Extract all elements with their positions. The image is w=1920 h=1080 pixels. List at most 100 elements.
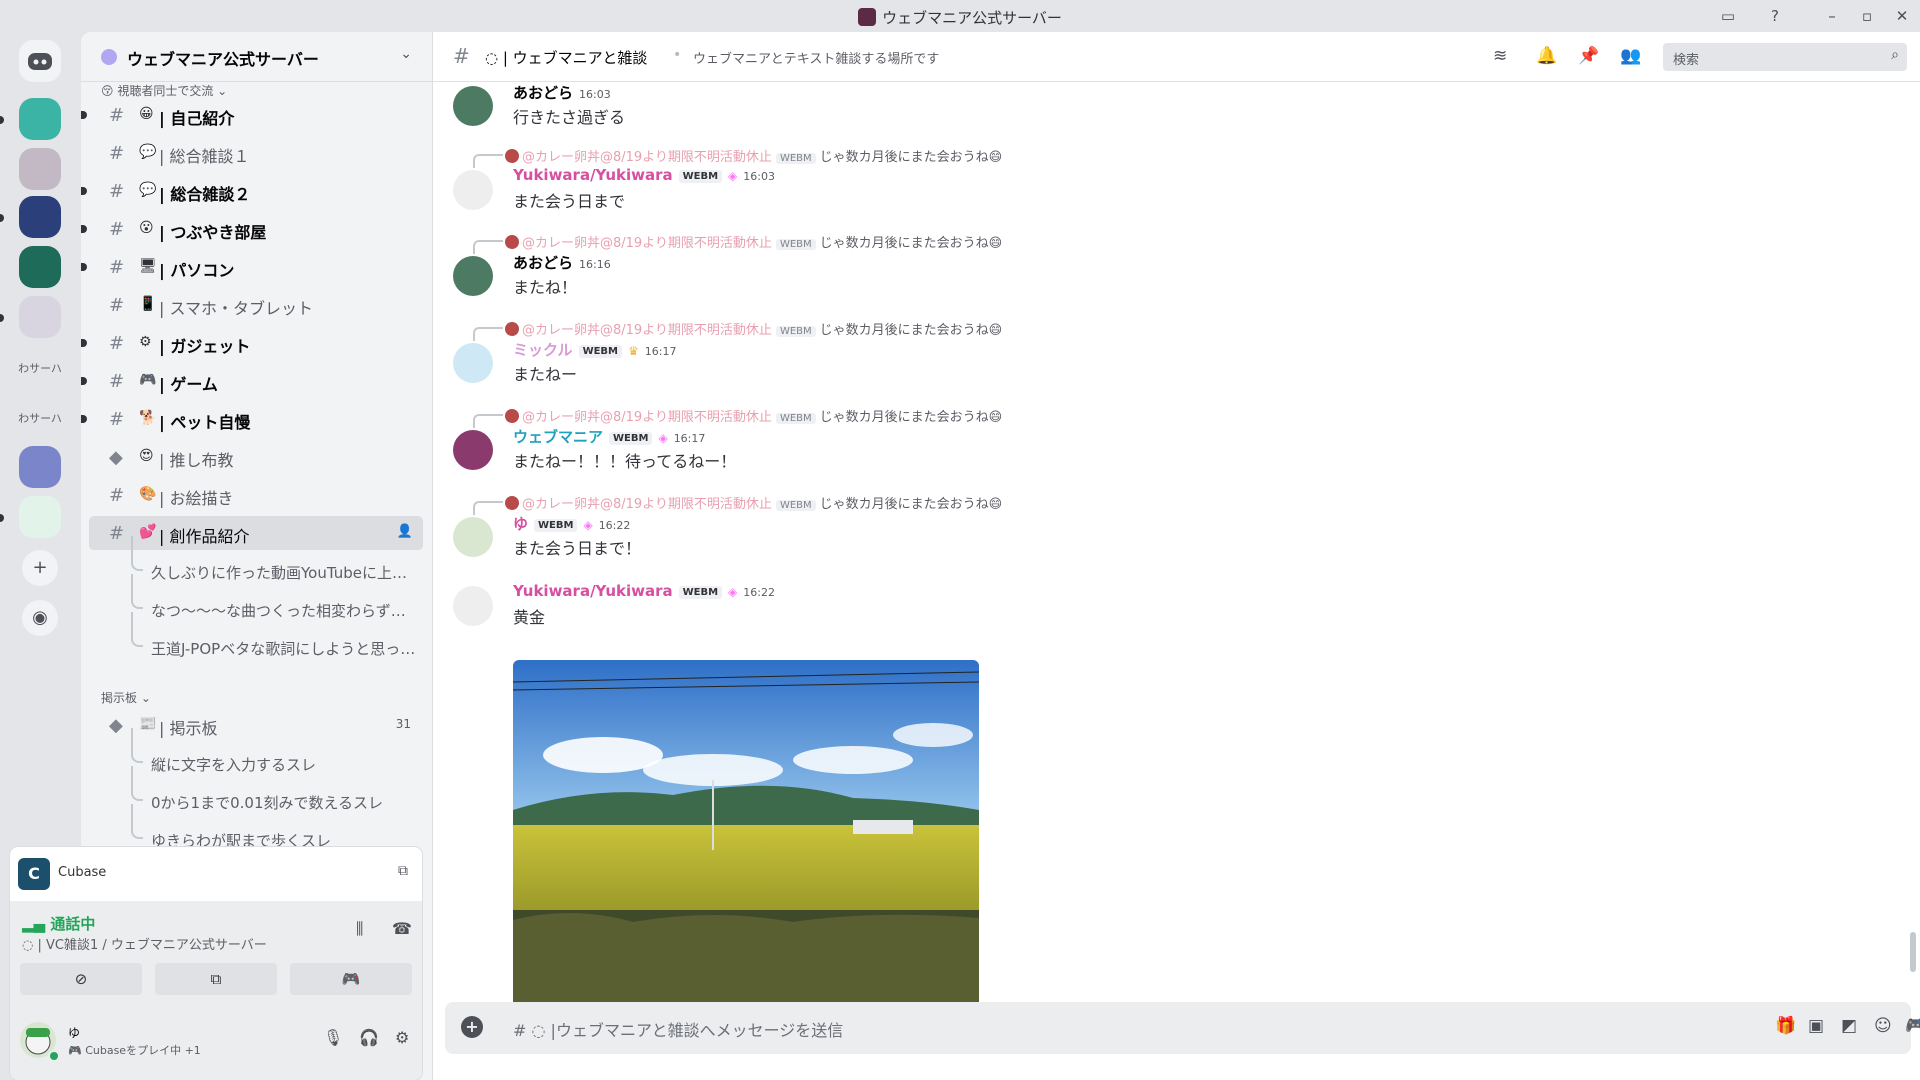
emoji-icon[interactable]: ☺ <box>1874 1016 1892 1036</box>
server-tag: WEBM <box>775 239 816 250</box>
channel-item[interactable]: # 😀 | 自己紹介 <box>81 98 423 132</box>
hash-icon: # <box>109 257 125 278</box>
home-button[interactable] <box>19 40 61 82</box>
server-icon-5[interactable] <box>19 446 61 488</box>
category-label[interactable]: 😚 視聴者同士で交流 ⌄ <box>101 82 227 99</box>
reply-preview[interactable]: @カレー卵丼@8/19より期限不明活動休止 WEBM じゃ数カ月後にまた会おうね😄 <box>473 406 1002 428</box>
maximize-button[interactable]: ▫ <box>1857 6 1877 26</box>
message-text: またね！ <box>513 278 578 297</box>
message-text: また会う日まで！ <box>513 539 642 558</box>
server-icon-6[interactable] <box>19 496 61 538</box>
channel-item[interactable]: # 💬 | 総合雑談１ <box>89 136 423 170</box>
help-icon[interactable]: ? <box>1765 6 1785 26</box>
noise-suppression-icon[interactable]: ⫼ <box>356 919 363 939</box>
server-name-text[interactable]: わサーハ <box>15 410 65 426</box>
message-text: 黄金 <box>513 608 546 627</box>
server-icon-4[interactable] <box>19 296 61 338</box>
channel-item[interactable]: # ⚙ | ガジェット <box>81 326 423 360</box>
server-name: ウェブマニア公式サーバー <box>127 50 319 69</box>
avatar[interactable] <box>453 256 493 296</box>
timestamp: 16:03 <box>743 170 775 183</box>
voice-status[interactable]: ▂▄ 通話中 <box>22 913 95 934</box>
hash-icon: # <box>109 219 125 240</box>
username: あおどら <box>513 254 574 272</box>
thread-item[interactable]: 0から1まで0.01刻みで数えるスレ <box>121 766 421 818</box>
server-icon-1[interactable] <box>19 98 61 140</box>
avatar[interactable] <box>453 343 493 383</box>
add-server-button[interactable]: + <box>22 550 58 586</box>
app-launcher-icon[interactable]: 🎮 <box>1905 1016 1920 1036</box>
channel-item[interactable]: # 🎨 | お絵描き <box>89 478 423 512</box>
message-input[interactable]: # ◌ |ウェブマニアと雑談へメッセージを送信 <box>513 1017 843 1041</box>
disconnect-icon[interactable]: ☎ <box>392 919 412 938</box>
threads-icon[interactable]: ≋ <box>1493 46 1507 66</box>
avatar[interactable] <box>453 430 493 470</box>
reply-preview[interactable]: @カレー卵丼@8/19より期限不明活動休止 WEBM じゃ数カ月後にまた会おうね😄 <box>473 493 1002 515</box>
server-header[interactable]: ウェブマニア公式サーバー ⌄ <box>81 32 432 82</box>
reply-preview[interactable]: @カレー卵丼@8/19より期限不明活動休止 WEBM じゃ数カ月後にまた会おうね😄 <box>473 319 1002 341</box>
forum-icon: ◆ <box>109 715 123 736</box>
server-icon-webmania[interactable] <box>19 246 61 288</box>
reply-preview[interactable]: @カレー卵丼@8/19より期限不明活動休止 WEBM じゃ数カ月後にまた会おうね😄 <box>473 146 1002 168</box>
timestamp: 16:17 <box>673 432 706 445</box>
screen-share-icon[interactable]: ⧉ <box>398 863 408 879</box>
share-screen-button[interactable]: ⧉ <box>155 963 277 995</box>
timestamp: 16:16 <box>579 258 611 271</box>
channel-item[interactable]: # 🎮 | ゲーム <box>81 364 423 398</box>
settings-gear-icon[interactable]: ⚙ <box>395 1028 409 1047</box>
gif-button[interactable]: ▣ <box>1808 1016 1824 1036</box>
server-tag: WEBM <box>775 413 816 424</box>
channel-item[interactable]: # 🖥 | パソコン <box>81 250 423 284</box>
thread-item[interactable]: 縦に文字を入力するスレ <box>121 728 421 780</box>
channel-item[interactable]: # 🐕 | ペット自慢 <box>81 402 423 436</box>
username: ゆ <box>513 515 529 533</box>
server-name-text[interactable]: わサーハ <box>15 360 65 376</box>
avatar[interactable] <box>453 517 493 557</box>
avatar[interactable] <box>453 170 493 210</box>
voice-channel-info[interactable]: ◌ | VC雑談1 / ウェブマニア公式サーバー <box>22 934 267 953</box>
close-button[interactable]: ✕ <box>1892 6 1912 26</box>
hash-icon: # <box>109 371 125 392</box>
pin-icon[interactable]: 📌 <box>1578 46 1599 66</box>
image-attachment[interactable] <box>513 660 979 1010</box>
channel-item[interactable]: # 📱 | スマホ・タブレット <box>89 288 423 322</box>
channel-topic[interactable]: ウェブマニアとテキスト雑談する場所です <box>693 48 939 67</box>
avatar[interactable] <box>453 586 493 626</box>
unread-dot <box>0 514 4 522</box>
unread-dot <box>81 415 87 423</box>
chat-scrollbar[interactable] <box>1910 932 1916 972</box>
thread-item[interactable]: 久しぶりに作った動画YouTubeに上げ… <box>121 536 421 588</box>
sticker-icon[interactable]: ◩ <box>1841 1016 1857 1036</box>
online-status-icon <box>48 1050 60 1062</box>
crown-icon: ♛ <box>628 344 639 358</box>
invite-icon[interactable]: 👤 <box>397 524 413 539</box>
thread-item[interactable]: なつ～～～な曲つくった相変わらず… <box>121 574 421 626</box>
explore-button[interactable]: ◉ <box>22 600 58 636</box>
channel-item[interactable]: # 💬 | 総合雑談２ <box>81 174 423 208</box>
channel-item[interactable]: # 😮 | つぶやき部屋 <box>81 212 423 246</box>
thread-item[interactable]: 王道J-POPベタな歌詞にしようと思っ… <box>121 612 421 664</box>
activity-button[interactable]: 🎮 <box>290 963 412 995</box>
attach-plus-button[interactable]: + <box>461 1016 483 1038</box>
hash-icon: # <box>109 333 125 354</box>
avatar[interactable] <box>453 86 493 126</box>
camera-off-button[interactable]: ⊘ <box>20 963 142 995</box>
bell-icon[interactable]: 🔔 <box>1536 46 1557 66</box>
minimize-button[interactable]: – <box>1822 6 1842 26</box>
message-text: またねー！！！待ってるねー！ <box>513 452 737 471</box>
message-composer[interactable]: + # ◌ |ウェブマニアと雑談へメッセージを送信 🎁 ▣ ◩ ☺ 🎮 <box>445 1002 1920 1054</box>
reply-preview[interactable]: @カレー卵丼@8/19より期限不明活動休止 WEBM じゃ数カ月後にまた会おうね😄 <box>473 232 1002 254</box>
forum-channel-item[interactable]: ◆ 😍 | 推し布教 <box>89 440 423 474</box>
gift-icon[interactable]: 🎁 <box>1775 1016 1796 1036</box>
inbox-icon[interactable]: ▭ <box>1718 6 1738 26</box>
server-icon-2[interactable] <box>19 148 61 190</box>
server-icon-3[interactable] <box>19 196 61 238</box>
activity-card[interactable]: C Cubase ⧉ <box>10 847 422 901</box>
user-panel: ゆ 🎮 Cubaseをプレイ中 +1 🎙 🎧 ⚙ <box>10 1010 422 1080</box>
member-list-icon[interactable]: 👥 <box>1620 46 1641 66</box>
category-label[interactable]: 掲示板 ⌄ <box>101 689 151 706</box>
search-input[interactable]: 検索 ⌕ <box>1663 43 1907 71</box>
microphone-icon[interactable]: 🎙 <box>323 1028 343 1047</box>
server-tag: WEBM <box>609 432 653 445</box>
headphones-icon[interactable]: 🎧 <box>359 1028 379 1047</box>
